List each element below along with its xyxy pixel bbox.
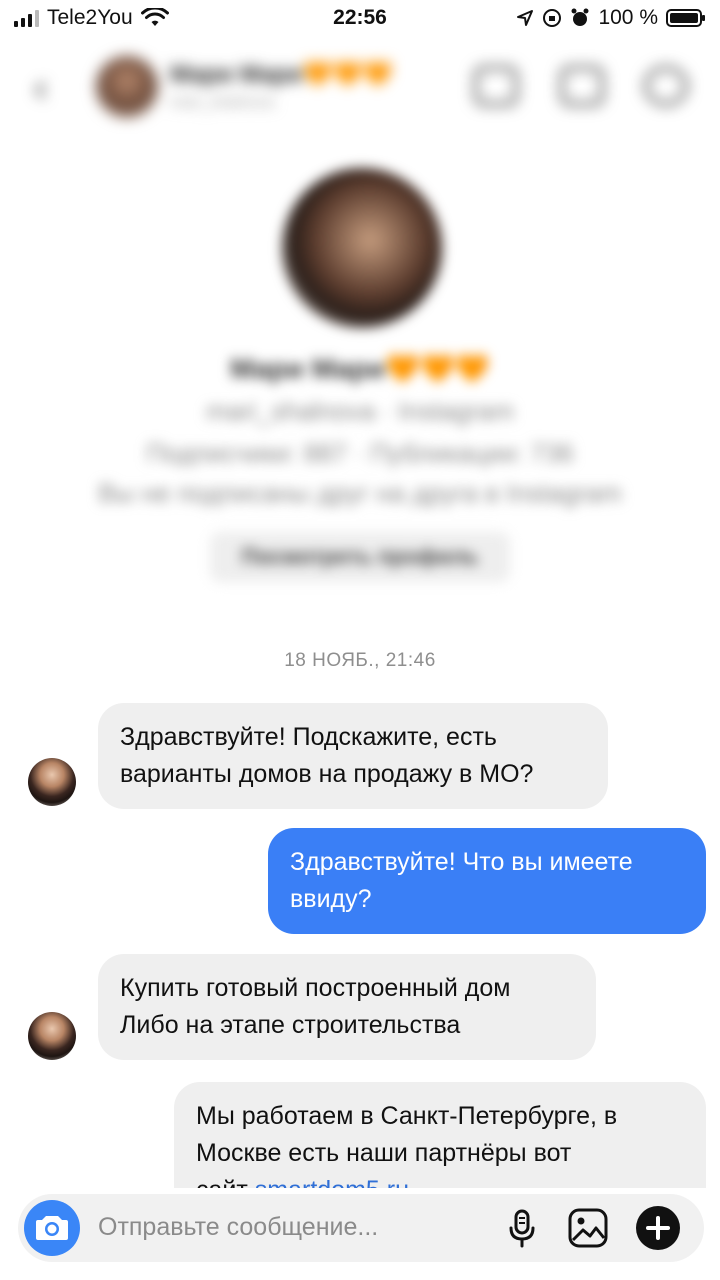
- status-bar: Tele2You 22:56 100 %: [0, 0, 720, 40]
- message-line: Москве есть наши партнёры вот: [196, 1139, 572, 1167]
- orientation-lock-icon: [543, 9, 562, 27]
- location-arrow-icon: [517, 10, 534, 26]
- camera-button[interactable]: [24, 1200, 80, 1256]
- header-contact-name[interactable]: Мари Мари🧡🧡🧡: [170, 60, 392, 89]
- message-input[interactable]: Отправьте сообщение...: [98, 1213, 378, 1242]
- message-line: ввиду?: [290, 885, 372, 913]
- plus-icon: [646, 1216, 670, 1240]
- message-line: варианты домов на продажу в МО?: [120, 760, 534, 788]
- message-line: Либо на этапе строительства: [120, 1011, 461, 1039]
- message-line: Мы работаем в Санкт-Петербурге, в: [196, 1102, 618, 1130]
- add-button[interactable]: [636, 1206, 680, 1250]
- back-chevron-icon[interactable]: ‹: [34, 66, 47, 111]
- message-line: Купить готовый построенный дом: [120, 974, 511, 1002]
- chat-header: ‹ Мари Мари🧡🧡🧡 mari_shalnova: [0, 44, 720, 128]
- profile-avatar[interactable]: [282, 168, 442, 328]
- message-bubble-incoming[interactable]: Купить готовый построенный дом Либо на э…: [98, 954, 596, 1060]
- status-right: 100 %: [516, 6, 706, 30]
- alarm-icon: [571, 8, 589, 26]
- profile-stats-line: Подписчики: 887 · Публикации: 736: [146, 438, 574, 468]
- sender-avatar[interactable]: [28, 758, 76, 806]
- profile-name: Мари Мари🧡🧡🧡: [230, 353, 490, 384]
- microphone-icon[interactable]: [500, 1206, 544, 1250]
- battery-icon: [666, 9, 705, 27]
- message-composer: Отправьте сообщение...: [18, 1194, 704, 1262]
- message-bubble-outgoing[interactable]: Здравствуйте! Что вы имеете ввиду?: [268, 828, 706, 934]
- message-line: Здравствуйте! Подскажите, есть: [120, 723, 497, 751]
- battery-percent: 100 %: [598, 6, 658, 29]
- sender-avatar[interactable]: [28, 1012, 76, 1060]
- gallery-icon[interactable]: [566, 1206, 610, 1250]
- video-call-icon[interactable]: [474, 66, 518, 106]
- view-profile-button[interactable]: Посмотреть профиль: [210, 532, 510, 582]
- header-avatar[interactable]: [96, 56, 158, 118]
- message-line: Здравствуйте! Что вы имеете: [290, 848, 633, 876]
- chat-timestamp: 18 НОЯБ., 21:46: [284, 650, 436, 671]
- flag-icon[interactable]: [560, 66, 604, 106]
- message-bubble-incoming[interactable]: Здравствуйте! Подскажите, есть варианты …: [98, 703, 608, 809]
- profile-username-line: mari_shalnova · Instagram: [206, 396, 514, 426]
- info-icon[interactable]: [644, 66, 688, 106]
- header-username: mari_shalnova: [170, 94, 275, 111]
- profile-summary: Мари Мари🧡🧡🧡 mari_shalnova · Instagram П…: [0, 160, 720, 590]
- camera-icon: [36, 1216, 68, 1240]
- profile-follow-status: Вы не подписаны друг на друга в Instagra…: [98, 478, 622, 508]
